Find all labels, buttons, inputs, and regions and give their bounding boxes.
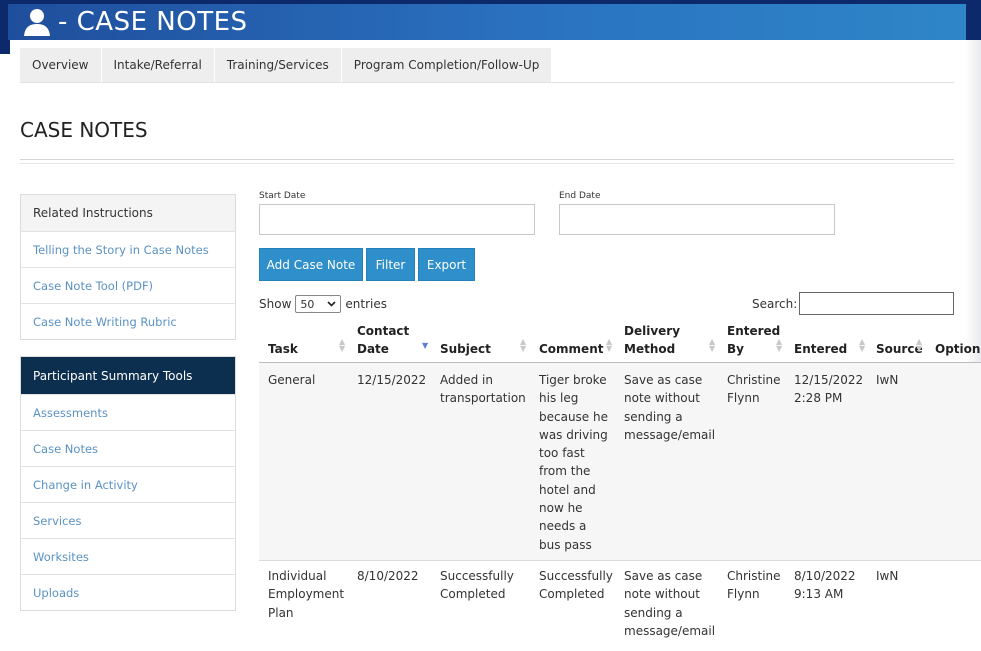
cell-contact-date: 8/10/2022 <box>357 569 419 583</box>
entries-control: Show 50 entries <box>259 295 387 313</box>
tab-training-services[interactable]: Training/Services <box>214 48 342 82</box>
start-date-label: Start Date <box>259 191 306 201</box>
cell-subject: Successfully Completed <box>440 569 514 602</box>
cell-entered-by: Christine Flynn <box>727 373 781 406</box>
sort-icon: ▲ ▼ <box>776 337 783 353</box>
end-date-label: End Date <box>559 191 601 201</box>
link-case-note-rubric[interactable]: Case Note Writing Rubric <box>21 303 235 339</box>
search-input[interactable] <box>799 292 954 315</box>
column-contact-date[interactable]: Contact Date <box>357 322 417 358</box>
cell-subject: Added in transportation <box>440 373 526 406</box>
sort-icon: ▲ ▼ <box>339 337 346 353</box>
entries-label: entries <box>345 297 387 311</box>
column-comment[interactable]: Comment <box>539 340 603 358</box>
tab-overview[interactable]: Overview <box>20 48 102 82</box>
add-case-note-button[interactable]: Add Case Note <box>259 248 363 281</box>
divider <box>20 159 954 160</box>
export-button[interactable]: Export <box>418 248 475 281</box>
header-title-bar: - CASE NOTES <box>8 4 966 40</box>
cell-entered-by: Christine Flynn <box>727 569 781 602</box>
tab-program-completion[interactable]: Program Completion/Follow-Up <box>341 48 553 82</box>
cell-source: IwN <box>876 373 899 387</box>
link-case-notes[interactable]: Case Notes <box>21 430 235 466</box>
tab-bar: Overview Intake/Referral Training/Servic… <box>20 48 954 83</box>
header-accent <box>0 40 10 54</box>
cell-contact-date: 12/15/2022 <box>357 373 427 387</box>
header-title: - CASE NOTES <box>58 7 248 37</box>
column-entered[interactable]: Entered <box>794 340 847 358</box>
link-telling-the-story[interactable]: Telling the Story in Case Notes <box>21 231 235 267</box>
link-worksites[interactable]: Worksites <box>21 538 235 574</box>
summary-tools-heading: Participant Summary Tools <box>21 357 235 394</box>
participant-summary-tools-panel: Participant Summary Tools Assessments Ca… <box>20 356 236 611</box>
cell-comment: Successfully Completed <box>539 569 613 602</box>
sort-icon: ▲ ▼ <box>859 337 866 353</box>
chevron-down-icon <box>327 301 336 307</box>
link-uploads[interactable]: Uploads <box>21 574 235 610</box>
sort-icon: ▲ ▼ <box>520 337 527 353</box>
table-row[interactable]: Individual Employment Plan 8/10/2022 Suc… <box>259 561 981 651</box>
sort-icon: ▲ ▼ <box>606 337 613 353</box>
end-date-input[interactable] <box>559 204 835 235</box>
sort-descending-icon: ▼ <box>422 341 429 350</box>
filter-button[interactable]: Filter <box>366 248 415 281</box>
cell-source: IwN <box>876 569 899 583</box>
entries-value: 50 <box>300 297 315 311</box>
table-row[interactable]: General 12/15/2022 Added in transportati… <box>259 363 981 561</box>
start-date-input[interactable] <box>259 204 535 235</box>
cell-comment: Tiger broke his leg because he was drivi… <box>539 373 608 552</box>
tab-intake-referral[interactable]: Intake/Referral <box>101 48 215 82</box>
sort-icon: ▲ ▼ <box>916 337 923 353</box>
column-delivery-method[interactable]: Delivery Method <box>624 322 684 358</box>
cell-entered: 8/10/2022 9:13 AM <box>794 569 856 602</box>
cell-task: General <box>268 373 316 387</box>
related-instructions-panel: Related Instructions Telling the Story i… <box>20 194 236 340</box>
cell-delivery-method: Save as case note without sending a mess… <box>624 373 716 442</box>
table-header: Task ▲ ▼ Contact Date ▼ Subject ▲ ▼ Commen… <box>259 318 981 363</box>
sort-icon: ▲ ▼ <box>709 337 716 353</box>
cell-delivery-method: Save as case note without sending a mess… <box>624 569 716 638</box>
link-case-note-tool[interactable]: Case Note Tool (PDF) <box>21 267 235 303</box>
divider <box>20 163 954 164</box>
cell-task: Individual Employment Plan <box>268 569 345 620</box>
show-label: Show <box>259 297 292 311</box>
link-assessments[interactable]: Assessments <box>21 394 235 430</box>
search-label: Search: <box>752 297 798 311</box>
column-entered-by[interactable]: Entered By <box>727 322 782 358</box>
link-services[interactable]: Services <box>21 502 235 538</box>
page-title: CASE NOTES <box>20 118 148 142</box>
related-instructions-heading: Related Instructions <box>21 195 235 231</box>
link-change-in-activity[interactable]: Change in Activity <box>21 466 235 502</box>
cell-entered: 12/15/2022 2:28 PM <box>794 373 864 406</box>
user-icon <box>24 9 50 36</box>
column-subject[interactable]: Subject <box>440 340 491 358</box>
entries-select[interactable]: 50 <box>295 295 342 313</box>
column-task[interactable]: Task <box>268 340 298 358</box>
column-options: Options <box>935 342 981 356</box>
